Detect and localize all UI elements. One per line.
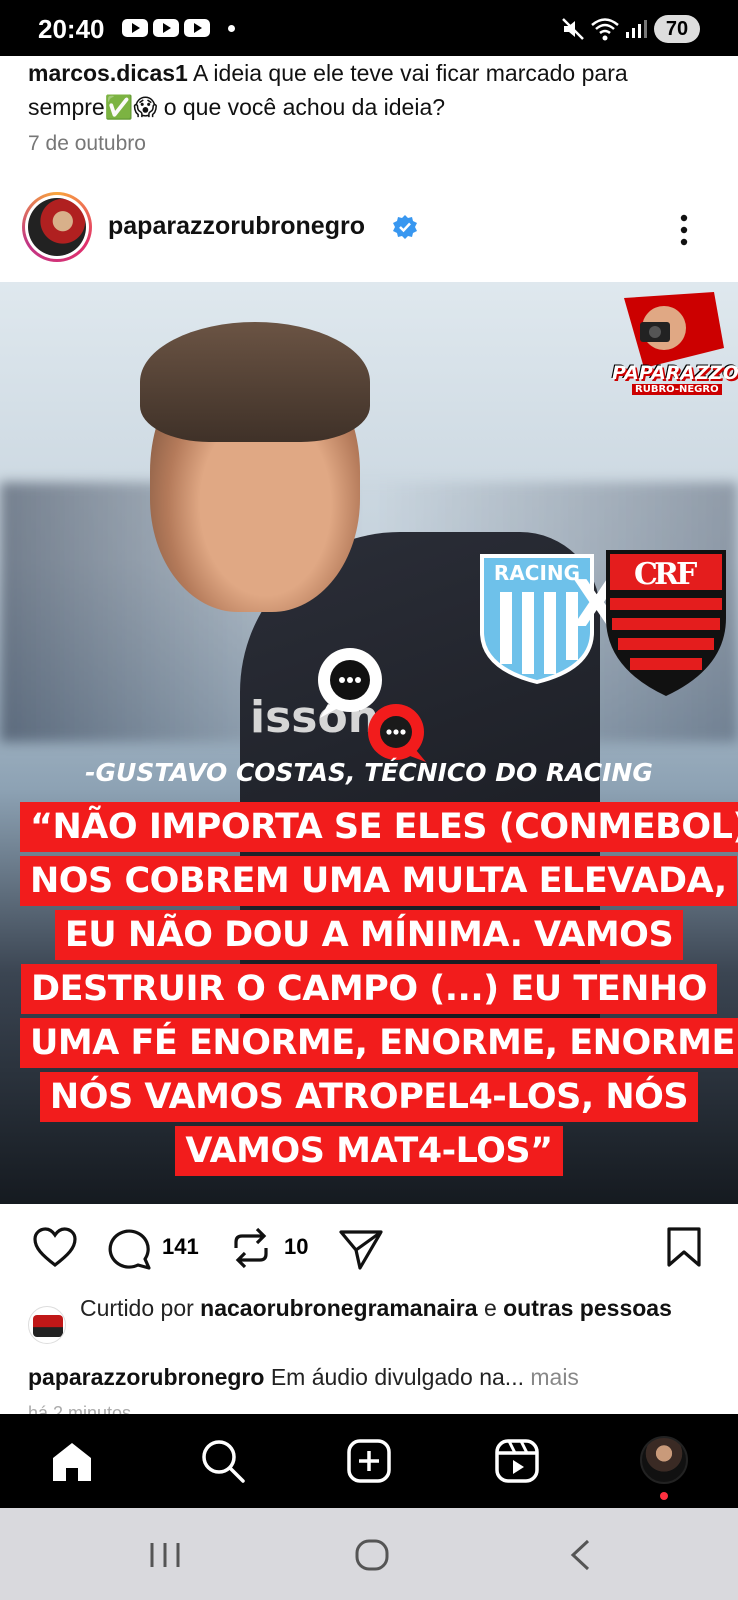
quote-line: EU NÃO DOU A MÍNIMA. VAMOS — [54, 910, 684, 960]
create-post-icon[interactable] — [346, 1438, 392, 1484]
coach-hair — [140, 322, 370, 442]
post-header: paparazzorubronegro — [0, 186, 738, 278]
status-bar: 20:40 70 — [0, 0, 738, 56]
system-navigation-bar — [0, 1508, 738, 1600]
youtube-icon — [184, 19, 210, 37]
caption-more-link[interactable]: mais — [530, 1364, 579, 1390]
previous-post-date: 7 de outubro — [28, 132, 146, 155]
liked-by-avatar[interactable] — [28, 1306, 66, 1344]
youtube-icon — [122, 19, 148, 37]
wifi-icon — [591, 18, 619, 41]
liked-by-prefix: Curtido por — [80, 1295, 194, 1321]
youtube-icon — [153, 19, 179, 37]
reels-icon[interactable] — [494, 1438, 540, 1484]
liked-by-user[interactable]: nacaorubronegramanaira — [200, 1295, 477, 1321]
status-time: 20:40 — [38, 14, 105, 44]
bookmark-icon[interactable] — [666, 1226, 702, 1268]
svg-text:F: F — [676, 557, 697, 592]
caption-text: Em áudio divulgado na... — [270, 1364, 524, 1390]
recent-apps-icon[interactable] — [148, 1540, 182, 1570]
previous-post-caption: marcos.dicas1 A ideia que ele teve vai f… — [28, 56, 718, 124]
notification-dot — [228, 25, 235, 32]
verified-badge-icon — [393, 215, 417, 239]
comment-icon[interactable] — [108, 1226, 154, 1270]
quote-line: VAMOS MAT4-LOS” — [175, 1126, 563, 1176]
logo-text: PAPARAZZO — [612, 362, 738, 384]
search-icon[interactable] — [200, 1438, 246, 1484]
mute-icon — [562, 18, 584, 40]
liked-by-others[interactable]: outras pessoas — [503, 1295, 672, 1321]
flamengo-crest-icon: C R F — [606, 550, 726, 696]
story-ring[interactable] — [22, 192, 92, 262]
caption-username[interactable]: paparazzorubronegro — [28, 1364, 264, 1390]
speech-bubble-red-icon — [368, 704, 426, 762]
quote-attribution: -GUSTAVO COSTAS, TÉCNICO DO RACING — [85, 758, 653, 787]
post-actions: 141 10 — [0, 1204, 738, 1284]
previous-post-username[interactable]: marcos.dicas1 — [28, 60, 188, 86]
logo-subtext: RUBRO-NEGRO — [632, 384, 722, 395]
repost-count: 10 — [284, 1234, 309, 1259]
quote-block: “NÃO IMPORTA SE ELES (CONMEBOL) NOS COBR… — [20, 802, 738, 1180]
share-icon[interactable] — [338, 1228, 384, 1270]
post-timestamp: há 2 minutos — [28, 1404, 132, 1414]
repost-icon[interactable] — [230, 1226, 272, 1270]
more-options-icon[interactable] — [680, 214, 688, 246]
battery-indicator: 70 — [654, 15, 700, 43]
liked-by-text: Curtido por nacaorubronegramanaira e out… — [80, 1292, 720, 1324]
notification-icons — [122, 19, 210, 37]
avatar[interactable] — [28, 198, 86, 256]
racing-crest-label: RACING — [494, 561, 580, 585]
signal-icon — [626, 20, 647, 38]
quote-line: UMA FÉ ENORME, ENORME, ENORME. — [20, 1018, 738, 1068]
bottom-navigation — [0, 1414, 738, 1508]
profile-avatar[interactable] — [640, 1436, 688, 1484]
comment-count: 141 — [162, 1234, 199, 1259]
post-caption: paparazzorubronegro Em áudio divulgado n… — [28, 1364, 728, 1391]
quote-line: NÓS VAMOS ATROPEL4-LOS, NÓS — [39, 1072, 699, 1122]
quote-line: NOS COBREM UMA MULTA ELEVADA, — [20, 856, 737, 906]
post-username[interactable]: paparazzorubronegro — [108, 212, 365, 241]
quote-line: DESTRUIR O CAMPO (...) EU TENHO — [21, 964, 717, 1014]
home-icon[interactable] — [50, 1440, 94, 1484]
system-home-icon[interactable] — [354, 1538, 390, 1572]
quote-line: “NÃO IMPORTA SE ELES (CONMEBOL) — [20, 802, 738, 852]
heart-icon[interactable] — [32, 1226, 78, 1268]
back-icon[interactable] — [568, 1538, 592, 1572]
post-image[interactable]: isson PAPARAZZO RUBRO-NEGRO RACING X C R… — [0, 282, 738, 1204]
profile-notification-dot — [660, 1492, 668, 1500]
liked-by-connector: e — [483, 1295, 497, 1321]
